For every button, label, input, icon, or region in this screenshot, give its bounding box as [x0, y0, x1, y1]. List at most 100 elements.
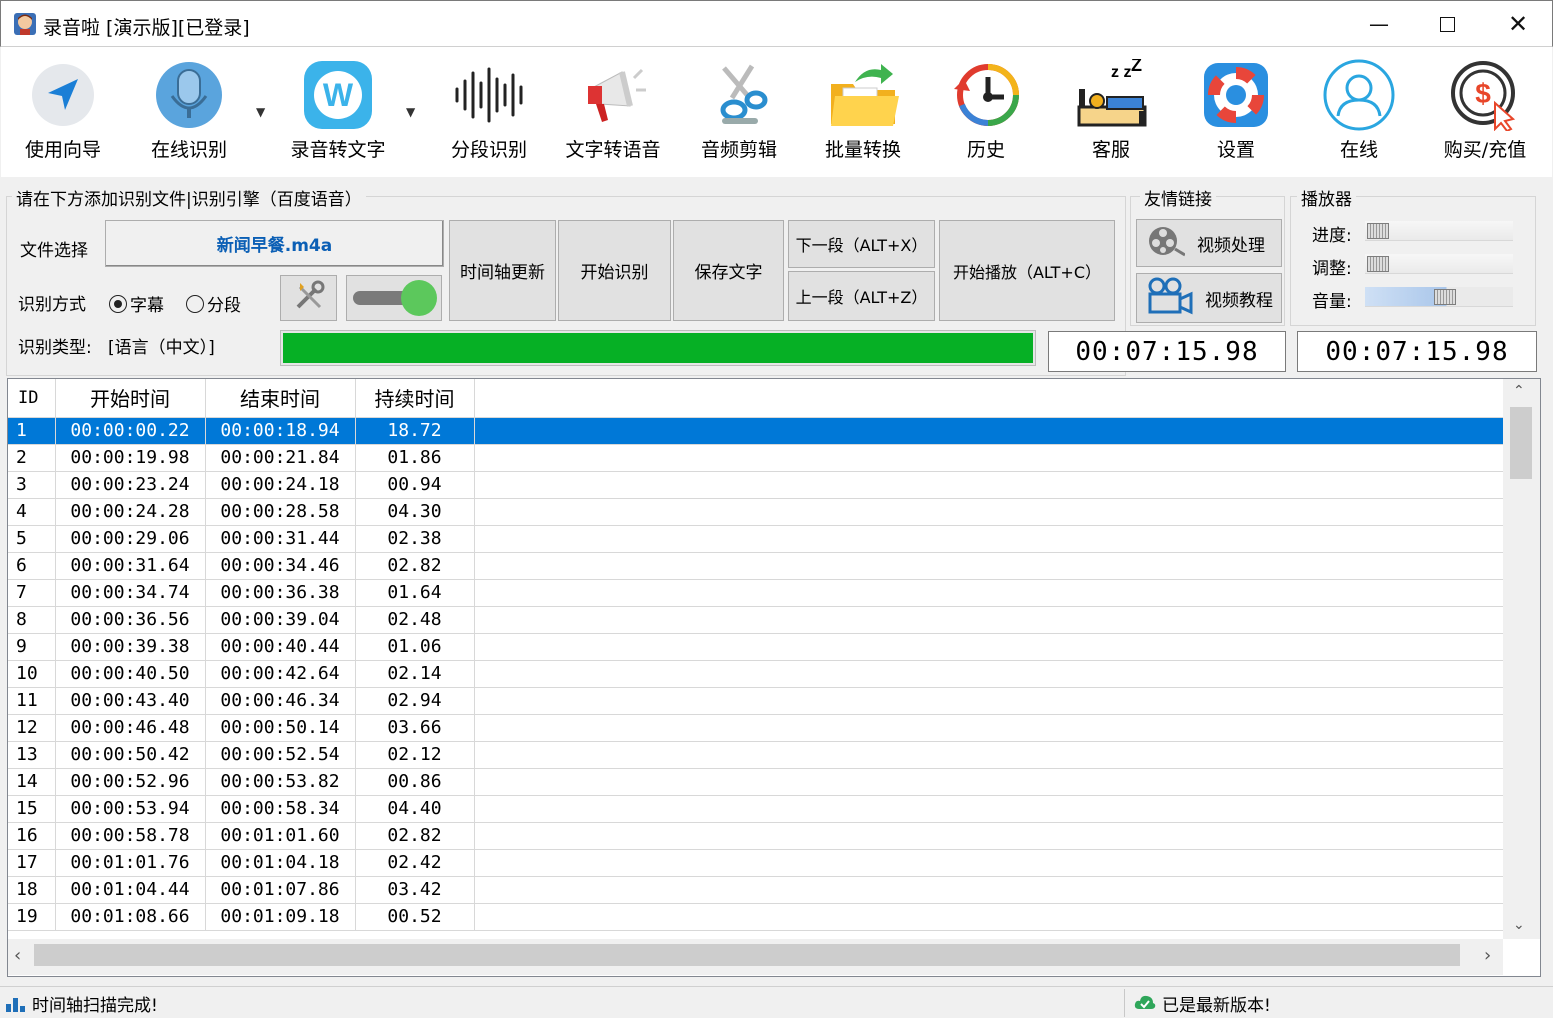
table-row[interactable]: 2 00:00:19.98 00:00:21.84 01.86 — [8, 444, 1503, 472]
mode-subtitle-radio[interactable]: 字幕 — [109, 291, 164, 316]
cell-end: 00:01:07.86 — [205, 876, 356, 904]
column-header-id[interactable]: ID — [8, 379, 56, 418]
cell-end: 00:00:34.46 — [205, 552, 356, 580]
horizontal-scrollbar[interactable]: ‹ › — [8, 939, 1503, 975]
scroll-right-icon[interactable]: › — [1484, 945, 1491, 966]
tool-audio-to-text-button[interactable]: W 录音转文字 — [283, 57, 393, 175]
start-recognition-button[interactable]: 开始识别 — [558, 220, 671, 321]
table-row[interactable]: 7 00:00:34.74 00:00:36.38 01.64 — [8, 579, 1503, 607]
maximize-button[interactable] — [1412, 1, 1482, 47]
table-row[interactable]: 14 00:00:52.96 00:00:53.82 00.86 — [8, 768, 1503, 796]
tool-online-recognition-button[interactable]: 在线识别 — [139, 57, 239, 175]
tool-guide-button[interactable]: 使用向导 — [15, 57, 111, 175]
cell-end: 00:00:42.64 — [205, 660, 356, 688]
segments-table[interactable]: ID 开始时间 结束时间 持续时间 1 00:00:00.22 00:00:18.9… — [7, 378, 1541, 977]
cell-id: 18 — [8, 876, 56, 904]
adjust-slider-thumb[interactable] — [1367, 256, 1389, 272]
scissors-icon — [701, 57, 777, 133]
tool-text-to-speech-button[interactable]: 文字转语音 — [557, 57, 669, 175]
minimize-icon: — — [1369, 12, 1389, 36]
cell-duration: 18.72 — [355, 417, 475, 445]
next-segment-button[interactable]: 下一段（ALT+X） — [788, 220, 935, 268]
progress-slider-thumb[interactable] — [1367, 223, 1389, 239]
table-row[interactable]: 1 00:00:00.22 00:00:18.94 18.72 — [8, 417, 1503, 445]
progress-bar — [280, 330, 1036, 366]
cell-duration: 00.52 — [355, 903, 475, 931]
table-row[interactable]: 11 00:00:43.40 00:00:46.34 02.94 — [8, 687, 1503, 715]
audio-to-text-dropdown[interactable]: ▼ — [406, 105, 415, 119]
column-header-duration[interactable]: 持续时间 — [355, 379, 475, 418]
cell-filler — [474, 525, 1503, 553]
table-row[interactable]: 12 00:00:46.48 00:00:50.14 03.66 — [8, 714, 1503, 742]
w-logo-icon: W — [300, 57, 376, 133]
table-row[interactable]: 8 00:00:36.56 00:00:39.04 02.48 — [8, 606, 1503, 634]
tool-segment-recognition-button[interactable]: 分段识别 — [439, 57, 539, 175]
volume-slider-thumb[interactable] — [1434, 289, 1457, 305]
cell-duration: 02.82 — [355, 822, 475, 850]
cell-end: 00:00:53.82 — [205, 768, 356, 796]
cell-end: 00:01:09.18 — [205, 903, 356, 931]
cell-start: 00:00:58.78 — [55, 822, 206, 850]
player-volume-label: 音量: — [1312, 292, 1352, 312]
adjust-slider[interactable] — [1365, 254, 1513, 274]
tool-customer-service-button[interactable]: z zZ 客服 — [1061, 57, 1161, 175]
prev-segment-button[interactable]: 上一段（ALT+Z） — [788, 271, 935, 321]
horizontal-scroll-thumb[interactable] — [34, 944, 1460, 966]
cell-id: 6 — [8, 552, 56, 580]
tool-online-button[interactable]: 在线 — [1309, 57, 1409, 175]
cell-duration: 03.66 — [355, 714, 475, 742]
column-header-end[interactable]: 结束时间 — [205, 379, 356, 418]
file-select-label: 文件选择 — [20, 241, 88, 261]
close-button[interactable]: ✕ — [1483, 1, 1553, 47]
table-row[interactable]: 17 00:01:01.76 00:01:04.18 02.42 — [8, 849, 1503, 877]
cell-id: 16 — [8, 822, 56, 850]
table-row[interactable]: 4 00:00:24.28 00:00:28.58 04.30 — [8, 498, 1503, 526]
minimize-button[interactable]: — — [1344, 1, 1414, 47]
player-progress-label: 进度: — [1312, 226, 1352, 246]
table-row[interactable]: 3 00:00:23.24 00:00:24.18 00.94 — [8, 471, 1503, 499]
cell-start: 00:00:43.40 — [55, 687, 206, 715]
table-row[interactable]: 13 00:00:50.42 00:00:52.54 02.12 — [8, 741, 1503, 769]
table-row[interactable]: 6 00:00:31.64 00:00:34.46 02.82 — [8, 552, 1503, 580]
cell-filler — [474, 417, 1503, 445]
cell-end: 00:00:28.58 — [205, 498, 356, 526]
table-row[interactable]: 15 00:00:53.94 00:00:58.34 04.40 — [8, 795, 1503, 823]
online-recognition-dropdown[interactable]: ▼ — [256, 105, 265, 119]
progress-fill — [283, 333, 1033, 363]
cell-end: 00:00:52.54 — [205, 741, 356, 769]
file-select-button[interactable]: 新闻早餐.m4a — [105, 220, 444, 267]
scroll-down-icon[interactable]: ⌄ — [1513, 917, 1525, 933]
table-row[interactable]: 10 00:00:40.50 00:00:42.64 02.14 — [8, 660, 1503, 688]
svg-text:W: W — [323, 77, 354, 113]
table-row[interactable]: 16 00:00:58.78 00:01:01.60 02.82 — [8, 822, 1503, 850]
toggle-switch[interactable] — [346, 275, 442, 321]
start-playback-button[interactable]: 开始播放（ALT+C） — [939, 220, 1115, 321]
video-process-button[interactable]: 视频处理 — [1136, 219, 1282, 267]
status-bar: 时间轴扫描完成! 已是最新版本! — [0, 986, 1553, 1018]
progress-slider[interactable] — [1365, 221, 1513, 241]
table-row[interactable]: 9 00:00:39.38 00:00:40.44 01.06 — [8, 633, 1503, 661]
vertical-scrollbar[interactable]: ⌃ ⌄ — [1503, 379, 1540, 939]
table-row[interactable]: 19 00:01:08.66 00:01:09.18 00.52 — [8, 903, 1503, 931]
tool-purchase-button[interactable]: $ 购买/充值 — [1431, 57, 1539, 175]
video-tutorial-button[interactable]: 视频教程 — [1136, 273, 1282, 323]
tool-batch-convert-button[interactable]: 批量转换 — [813, 57, 913, 175]
megaphone-icon — [575, 57, 651, 133]
table-row[interactable]: 5 00:00:29.06 00:00:31.44 02.38 — [8, 525, 1503, 553]
cell-start: 00:00:00.22 — [55, 417, 206, 445]
tools-button[interactable] — [280, 275, 337, 321]
mode-label: 识别方式 — [18, 295, 86, 315]
save-text-button[interactable]: 保存文字 — [673, 220, 784, 321]
scroll-left-icon[interactable]: ‹ — [14, 945, 21, 966]
mode-segment-radio[interactable]: 分段 — [186, 291, 241, 316]
table-row[interactable]: 18 00:01:04.44 00:01:07.86 03.42 — [8, 876, 1503, 904]
volume-slider[interactable] — [1365, 287, 1513, 307]
vertical-scroll-thumb[interactable] — [1510, 407, 1532, 479]
cell-duration: 01.86 — [355, 444, 475, 472]
column-header-start[interactable]: 开始时间 — [55, 379, 206, 418]
tool-history-button[interactable]: 历史 — [936, 57, 1036, 175]
timeline-update-button[interactable]: 时间轴更新 — [449, 220, 556, 321]
tool-settings-button[interactable]: 设置 — [1186, 57, 1286, 175]
scroll-up-icon[interactable]: ⌃ — [1513, 383, 1525, 399]
tool-audio-editing-button[interactable]: 音频剪辑 — [689, 57, 789, 175]
